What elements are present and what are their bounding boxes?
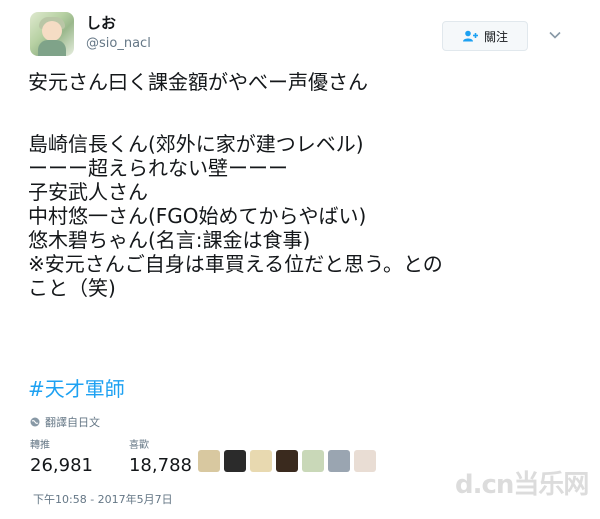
add-user-icon: [462, 30, 478, 42]
liker-avatar-1[interactable]: [198, 450, 220, 472]
tweet-line: ーーー超えられない壁ーーー: [28, 156, 288, 180]
display-name[interactable]: しお: [86, 12, 116, 33]
likes-label: 喜歡: [128, 440, 149, 451]
liker-avatar-2[interactable]: [224, 450, 246, 472]
liker-avatar-3[interactable]: [250, 450, 272, 472]
liker-avatar-5[interactable]: [302, 450, 324, 472]
chevron-down-icon[interactable]: [548, 28, 562, 42]
tweet-line: ※安元さんご自身は車買える位だと思う。との: [28, 252, 443, 276]
avatar-body: [38, 40, 66, 56]
tweet-line: 中村悠一さん(FGO始めてからやばい): [28, 204, 367, 228]
follow-label: 關注: [483, 29, 508, 44]
tweet-line: 安元さん曰く課金額がやべー声優さん: [28, 70, 368, 94]
tweet-stats: 轉推 26,981 喜歡 18,788: [30, 440, 192, 477]
tweet-line: 島崎信長くん(郊外に家が建つレベル): [28, 132, 364, 156]
user-avatar[interactable]: [30, 12, 74, 56]
liker-avatar-7[interactable]: [354, 450, 376, 472]
likes-stat[interactable]: 喜歡 18,788: [129, 440, 192, 477]
tweet-timestamp[interactable]: 下午10:58 - 2017年5月7日: [33, 491, 173, 507]
likes-count: 18,788: [128, 455, 192, 476]
translate-link[interactable]: 翻譯自日文: [30, 414, 100, 430]
tweet-text: 安元さん曰く課金額がやべー声優さん 島崎信長くん(郊外に家が建つレベル) ーーー…: [28, 70, 583, 300]
retweets-label: 轉推: [30, 440, 50, 451]
retweets-count: 26,981: [30, 455, 93, 476]
liker-avatars: [198, 450, 376, 472]
site-watermark: d.cn当乐网: [455, 470, 589, 500]
tweet-line: こと（笑): [28, 276, 116, 300]
tweet-line: 悠木碧ちゃん(名言:課金は食事): [28, 228, 311, 252]
globe-icon: [30, 417, 40, 427]
user-handle[interactable]: @sio_nacl: [86, 36, 151, 51]
tweet-line: 子安武人さん: [28, 180, 148, 204]
hashtag-link[interactable]: #天才軍師: [28, 373, 125, 402]
avatar-face: [42, 21, 62, 41]
liker-avatar-4[interactable]: [276, 450, 298, 472]
retweets-stat[interactable]: 轉推 26,981: [30, 440, 93, 477]
follow-button[interactable]: 關注: [442, 21, 528, 51]
liker-avatar-6[interactable]: [328, 450, 350, 472]
translate-label: 翻譯自日文: [45, 416, 100, 429]
